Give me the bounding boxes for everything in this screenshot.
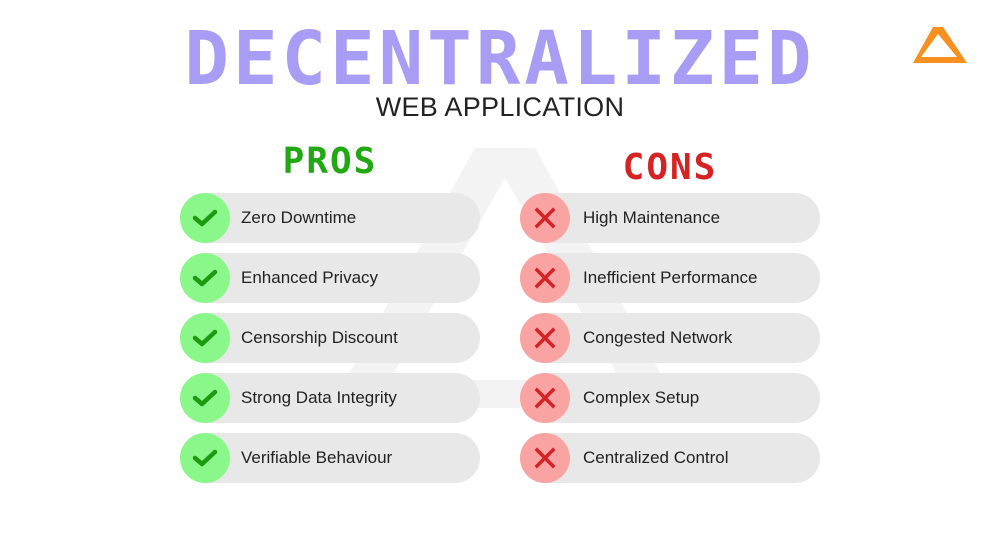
cons-list-item: High Maintenance	[520, 193, 820, 243]
pros-list-item: Censorship Discount	[180, 313, 480, 363]
page-title: DECENTRALIZED	[184, 16, 816, 102]
pros-list: Zero Downtime Enhanced Privacy Censorshi…	[180, 193, 480, 493]
cons-item-label: Inefficient Performance	[583, 268, 758, 287]
cons-list-item: Inefficient Performance	[520, 253, 820, 303]
cons-item-label: Complex Setup	[583, 388, 700, 407]
check-icon	[180, 313, 230, 363]
cons-item-label: Centralized Control	[583, 448, 729, 467]
cons-item-label: High Maintenance	[583, 208, 721, 227]
cons-list: High Maintenance Inefficient Performance…	[520, 193, 820, 493]
cons-heading: CONS	[622, 147, 718, 188]
pros-heading: PROS	[282, 141, 378, 182]
cross-icon	[520, 373, 570, 423]
cross-icon	[520, 433, 570, 483]
page-subtitle: WEB APPLICATION	[375, 92, 625, 122]
cross-icon	[520, 193, 570, 243]
check-icon	[180, 193, 230, 243]
cons-list-item: Centralized Control	[520, 433, 820, 483]
cross-icon	[520, 253, 570, 303]
pros-list-item: Verifiable Behaviour	[180, 433, 480, 483]
pros-item-label: Verifiable Behaviour	[241, 448, 393, 467]
pros-item-label: Strong Data Integrity	[241, 388, 397, 407]
pros-item-label: Enhanced Privacy	[241, 268, 379, 287]
pros-item-label: Censorship Discount	[241, 328, 398, 347]
cons-list-item: Complex Setup	[520, 373, 820, 423]
check-icon	[180, 433, 230, 483]
cross-icon	[520, 313, 570, 363]
pros-list-item: Strong Data Integrity	[180, 373, 480, 423]
check-icon	[180, 253, 230, 303]
pros-list-item: Enhanced Privacy	[180, 253, 480, 303]
cons-list-item: Congested Network	[520, 313, 820, 363]
check-icon	[180, 373, 230, 423]
cons-item-label: Congested Network	[583, 328, 733, 347]
pros-list-item: Zero Downtime	[180, 193, 480, 243]
pros-item-label: Zero Downtime	[241, 208, 357, 227]
